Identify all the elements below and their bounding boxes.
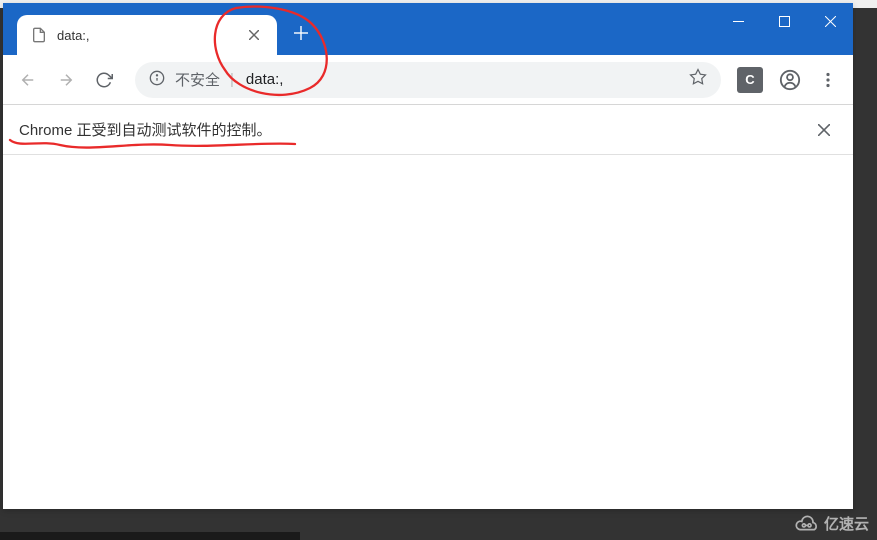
chrome-browser-window: data:, <box>3 3 853 509</box>
url-text: data:, <box>246 71 679 88</box>
window-title-bar[interactable]: data:, <box>3 3 853 55</box>
background-taskbar-fragment <box>0 532 300 540</box>
bookmark-star-icon[interactable] <box>689 68 707 91</box>
back-button[interactable] <box>11 63 45 97</box>
forward-button[interactable] <box>49 63 83 97</box>
navigation-toolbar: 不安全 | data:, C <box>3 55 853 105</box>
new-tab-button[interactable] <box>287 19 315 47</box>
window-controls <box>715 3 853 39</box>
maximize-button[interactable] <box>761 3 807 39</box>
cloud-icon <box>792 515 820 533</box>
close-icon[interactable] <box>245 26 263 44</box>
minimize-button[interactable] <box>715 3 761 39</box>
extension-icon[interactable]: C <box>737 67 763 93</box>
omnibox-separator: | <box>230 71 234 88</box>
page-content <box>3 155 853 509</box>
watermark-text: 亿速云 <box>824 513 869 534</box>
watermark: 亿速云 <box>792 513 869 534</box>
tab-strip: data:, <box>3 3 315 55</box>
address-bar[interactable]: 不安全 | data:, <box>135 62 721 98</box>
infobar-close-button[interactable] <box>811 117 837 143</box>
automation-infobar: Chrome 正受到自动测试软件的控制。 <box>3 105 853 155</box>
menu-button[interactable] <box>811 63 845 97</box>
profile-button[interactable] <box>773 63 807 97</box>
reload-button[interactable] <box>87 63 121 97</box>
tab-title: data:, <box>57 28 235 43</box>
info-icon[interactable] <box>149 70 165 90</box>
browser-tab[interactable]: data:, <box>17 15 277 55</box>
extension-badge-letter: C <box>745 72 754 87</box>
page-icon <box>31 27 47 43</box>
security-label: 不安全 <box>175 69 220 90</box>
infobar-message: Chrome 正受到自动测试软件的控制。 <box>19 119 811 140</box>
window-close-button[interactable] <box>807 3 853 39</box>
